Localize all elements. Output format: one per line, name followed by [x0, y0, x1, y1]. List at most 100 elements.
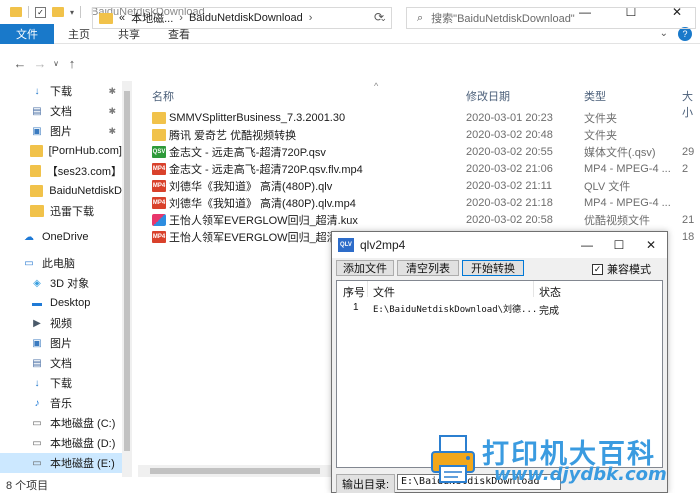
breadcrumb-separator: › — [308, 12, 313, 24]
file-type: 优酷视频文件 — [584, 215, 650, 227]
start-convert-button[interactable]: 开始转换 — [462, 260, 524, 276]
customize-toolbar-icon[interactable]: ▾ — [70, 8, 74, 17]
file-name: 刘德华《我知道》 高清(480P).qlv — [169, 181, 333, 193]
sidebar-item[interactable]: ▤ 文档 ✱ — [0, 101, 122, 121]
sidebar-item[interactable]: ↓ 下载 ✱ — [0, 81, 122, 101]
file-date: 2020-03-02 20:48 — [466, 129, 553, 141]
file-size: 2 — [682, 163, 689, 175]
sidebar-item[interactable]: BaiduNetdiskD — [0, 181, 122, 201]
sidebar-item[interactable]: ▤ 文档 — [0, 353, 122, 373]
file-row[interactable]: 腾讯 爱奇艺 优酷视频转换 2020-03-02 20:48 文件夹 — [138, 126, 700, 144]
file-name: 腾讯 爱奇艺 优酷视频转换 — [169, 130, 297, 142]
nav-scrollbar-thumb[interactable] — [124, 91, 130, 451]
sidebar-item-label: Desktop — [50, 297, 91, 309]
compat-mode-checkbox[interactable]: ✓ 兼容模式 — [592, 261, 651, 277]
dialog-close-button[interactable]: ✕ — [635, 232, 667, 258]
add-file-button[interactable]: 添加文件 — [336, 260, 394, 276]
tab-file[interactable]: 文件 — [0, 23, 54, 44]
sidebar-item[interactable]: ▭ 本地磁盘 (C:) — [0, 413, 122, 433]
pictures-icon: ▣ — [32, 337, 42, 349]
sidebar-item[interactable]: ▭ 本地磁盘 (D:) — [0, 433, 122, 453]
file-name: 金志文 - 远走高飞-超清720P.qsv — [169, 147, 326, 159]
dialog-minimize-button[interactable]: — — [571, 232, 603, 258]
sidebar-item[interactable]: ☁ OneDrive — [0, 227, 122, 247]
list-header-file[interactable]: 文件 — [373, 284, 395, 300]
computer-icon: ▭ — [24, 257, 34, 269]
document-icon: ▤ — [32, 357, 42, 369]
expand-ribbon-icon[interactable]: ⌄ — [660, 28, 668, 39]
file-row[interactable]: 王怡人领军EVERGLOW回归_超清.kux 2020-03-02 20:58 优酷… — [138, 211, 700, 229]
file-row[interactable]: QSV 金志文 - 远走高飞-超清720P.qsv 2020-03-02 20:55… — [138, 143, 700, 161]
search-placeholder: 搜索"BaiduNetdiskDownload" — [431, 13, 575, 25]
file-row[interactable]: MP4 金志文 - 远走高飞-超清720P.qsv.flv.mp4 2020-03-… — [138, 160, 700, 178]
nav-scrollbar[interactable] — [122, 81, 132, 477]
clear-list-button[interactable]: 清空列表 — [397, 260, 459, 276]
sidebar-item[interactable]: ▶ 视频 — [0, 313, 122, 333]
folder-icon — [152, 129, 166, 141]
address-row: ← → ∨ ↑ — [0, 45, 700, 81]
sidebar-item[interactable]: 【ses23.com】 — [0, 161, 122, 181]
folder-icon — [30, 165, 41, 177]
file-type: 文件夹 — [584, 130, 617, 142]
file-date: 2020-03-01 20:23 — [466, 112, 553, 124]
dialog-maximize-button[interactable]: ☐ — [603, 232, 635, 258]
checkbox-icon[interactable]: ✓ — [592, 263, 603, 275]
refresh-button[interactable]: ⟳ — [374, 10, 384, 24]
mp4-file-icon: MP4 — [152, 231, 166, 243]
sidebar-item[interactable]: ▣ 图片 ✱ — [0, 121, 122, 141]
list-header-index[interactable]: 序号 — [343, 284, 365, 300]
column-header-type[interactable]: 类型 — [584, 88, 606, 104]
search-icon: ⌕ — [417, 11, 424, 24]
file-type: MP4 - MPEG-4 ... — [584, 163, 671, 175]
list-item[interactable]: 1 E:\BaiduNetdiskDownload\刘德... 完成 — [337, 300, 662, 317]
sidebar-item[interactable]: [PornHub.com] — [0, 141, 122, 161]
qlv-logo-icon: QLV — [338, 238, 354, 252]
sidebar-item[interactable]: ↓ 下载 — [0, 373, 122, 393]
breadcrumb-prefix[interactable]: « — [119, 12, 125, 24]
list-header-status[interactable]: 状态 — [539, 284, 561, 300]
folder-icon — [10, 7, 22, 17]
file-size: 29 — [682, 146, 695, 158]
sidebar-item[interactable]: ▭ 此电脑 — [0, 253, 122, 273]
mp4-file-icon: MP4 — [152, 180, 166, 192]
properties-check-icon[interactable]: ✓ — [35, 6, 46, 18]
folder-icon — [30, 145, 43, 157]
drive-icon: ▭ — [32, 437, 42, 449]
search-box[interactable]: ⌕ 搜索"BaiduNetdiskDownload" — [406, 7, 696, 29]
sidebar-item[interactable]: ◈ 3D 对象 — [0, 273, 122, 293]
sidebar-item-label: 图片 — [50, 126, 72, 138]
output-dir-button[interactable]: 输出目录: — [336, 474, 396, 493]
column-header-name[interactable]: 名称 — [152, 88, 174, 104]
sidebar-item[interactable]: ▬ Desktop — [0, 293, 122, 313]
file-type: 媒体文件(.qsv) — [584, 147, 656, 159]
horizontal-scrollbar[interactable] — [138, 465, 331, 477]
sidebar-item[interactable]: 迅雷下载 — [0, 201, 122, 221]
file-size: 18 — [682, 231, 695, 243]
file-row[interactable]: SMMVSplitterBusiness_7.3.2001.30 2020-03-… — [138, 109, 700, 127]
folder-icon — [30, 185, 44, 197]
sidebar-item-label: 此电脑 — [42, 258, 75, 270]
sidebar-item-label: [PornHub.com] — [48, 145, 122, 157]
sidebar-item[interactable]: ♪ 音乐 — [0, 393, 122, 413]
address-bar[interactable]: « 本地磁... › BaiduNetdiskDownload › ⌄ — [92, 7, 392, 29]
column-header-date[interactable]: 修改日期 — [466, 88, 510, 104]
cube-icon: ◈ — [33, 277, 41, 289]
new-folder-icon[interactable] — [52, 7, 64, 17]
watermark: 打印机大百科 www.djydbk.com — [430, 430, 698, 490]
file-row[interactable]: MP4 刘德华《我知道》 高清(480P).qlv 2020-03-02 21:11… — [138, 177, 700, 195]
breadcrumb-local-disk[interactable]: 本地磁... — [131, 10, 173, 26]
printer-logo-icon — [431, 435, 475, 483]
sidebar-item-label: 本地磁盘 (C:) — [50, 418, 116, 430]
file-row[interactable]: MP4 刘德华《我知道》 高清(480P).qlv.mp4 2020-03-02 2… — [138, 194, 700, 212]
sidebar-item[interactable]: ▭ 本地磁盘 (E:) — [0, 453, 122, 473]
forward-arrow-icon: → — [33, 55, 47, 71]
recent-locations-button[interactable]: ∨ — [50, 53, 62, 73]
forward-button[interactable]: → — [30, 53, 50, 73]
horizontal-scrollbar-thumb[interactable] — [150, 468, 320, 474]
back-button[interactable]: ← — [10, 53, 30, 73]
up-button[interactable]: ↑ — [62, 53, 82, 73]
folder-icon — [30, 205, 44, 217]
sidebar-item-label: BaiduNetdiskD — [49, 185, 122, 197]
sidebar-item[interactable]: ▣ 图片 — [0, 333, 122, 353]
breadcrumb-current[interactable]: BaiduNetdiskDownload — [189, 12, 303, 24]
